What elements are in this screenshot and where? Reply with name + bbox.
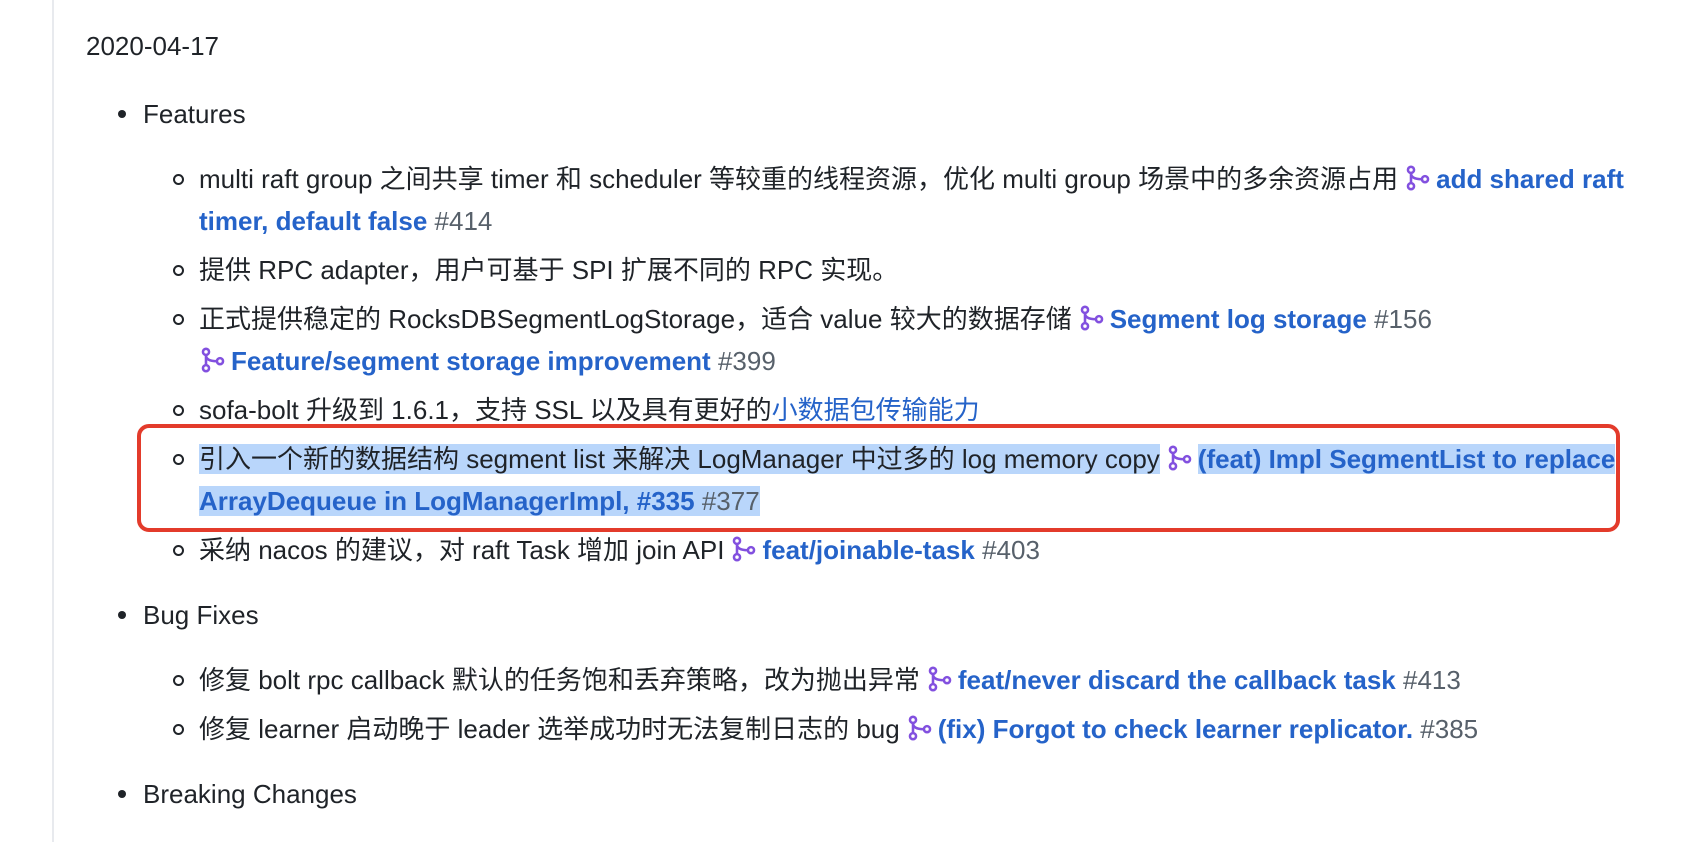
- merge-icon: [733, 536, 756, 562]
- pr-link[interactable]: feat/joinable-task: [762, 535, 974, 565]
- merge-icon: [908, 715, 932, 741]
- section-title: Features: [143, 99, 246, 129]
- item-text: 修复 bolt rpc callback 默认的任务饱和丢弃策略，改为抛出异常: [199, 665, 920, 695]
- pr-number[interactable]: #403: [982, 535, 1040, 565]
- list-item: 修复 bolt rpc callback 默认的任务饱和丢弃策略，改为抛出异常 f…: [143, 659, 1696, 701]
- section-bug-fixes: Bug Fixes 修复 bolt rpc callback 默认的任务饱和丢弃…: [86, 589, 1696, 750]
- item-text: multi raft group 之间共享 timer 和 scheduler …: [199, 164, 1399, 194]
- list-item: 修复 learner 启动晚于 leader 选举成功时无法复制日志的 bug (…: [143, 708, 1696, 750]
- pr-number[interactable]: #413: [1403, 665, 1461, 695]
- left-rule: [52, 0, 54, 842]
- feature-list: multi raft group 之间共享 timer 和 scheduler …: [137, 158, 1696, 571]
- item-text: 提供 RPC adapter，用户可基于 SPI 扩展不同的 RPC 实现。: [199, 255, 899, 285]
- pr-number[interactable]: #414: [435, 206, 493, 236]
- inline-link[interactable]: 小数据包传输能力: [772, 395, 980, 425]
- item-text: sofa-bolt 升级到 1.6.1，支持 SSL 以及具有更好的: [199, 395, 772, 425]
- release-notes: 2020-04-17 Features multi raft group 之间共…: [86, 20, 1696, 838]
- pr-link[interactable]: Feature/segment storage improvement: [231, 346, 711, 376]
- merge-icon: [201, 347, 225, 373]
- item-text: 正式提供稳定的 RocksDBSegmentLogStorage，适合 valu…: [199, 304, 1072, 334]
- pr-number[interactable]: #399: [718, 346, 776, 376]
- merge-icon: [1406, 165, 1430, 191]
- list-item: 正式提供稳定的 RocksDBSegmentLogStorage，适合 valu…: [143, 298, 1696, 382]
- merge-icon: [1080, 305, 1104, 331]
- list-item: 提供 RPC adapter，用户可基于 SPI 扩展不同的 RPC 实现。: [143, 249, 1696, 291]
- list-item: 采纳 nacos 的建议，对 raft Task 增加 join API feat…: [143, 529, 1696, 571]
- section-breaking-changes: Breaking Changes: [86, 768, 1696, 820]
- list-item: sofa-bolt 升级到 1.6.1，支持 SSL 以及具有更好的小数据包传输…: [143, 389, 1696, 431]
- list-item: multi raft group 之间共享 timer 和 scheduler …: [143, 158, 1696, 242]
- section-title: Breaking Changes: [143, 779, 357, 809]
- pr-link[interactable]: feat/never discard the callback task: [958, 665, 1396, 695]
- bugfix-list: 修复 bolt rpc callback 默认的任务饱和丢弃策略，改为抛出异常 f…: [143, 659, 1696, 750]
- pr-number[interactable]: #385: [1420, 714, 1478, 744]
- merge-icon: [928, 666, 952, 692]
- item-text: 采纳 nacos 的建议，对 raft Task 增加 join API: [199, 535, 725, 565]
- pr-number[interactable]: #377: [701, 486, 760, 516]
- pr-number[interactable]: #156: [1374, 304, 1432, 334]
- item-text: 引入一个新的数据结构 segment list 来解决 LogManager 中…: [199, 444, 1160, 474]
- section-title: Bug Fixes: [143, 600, 259, 630]
- item-text: 修复 learner 启动晚于 leader 选举成功时无法复制日志的 bug: [199, 714, 900, 744]
- list-item-highlighted: 引入一个新的数据结构 segment list 来解决 LogManager 中…: [137, 424, 1696, 532]
- release-sections: Features multi raft group 之间共享 timer 和 s…: [86, 88, 1696, 820]
- pr-link[interactable]: (fix) Forgot to check learner replicator…: [938, 714, 1413, 744]
- release-date: 2020-04-17: [86, 31, 219, 61]
- merge-icon: [1168, 445, 1192, 471]
- section-features: Features multi raft group 之间共享 timer 和 s…: [86, 88, 1696, 571]
- pr-link[interactable]: Segment log storage: [1110, 304, 1367, 334]
